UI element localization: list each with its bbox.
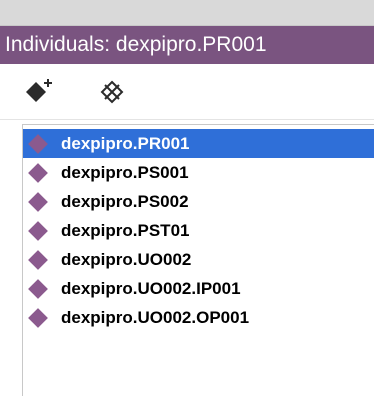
list-item-label: dexpipro.UO002.IP001 — [61, 279, 241, 298]
top-strip — [0, 0, 374, 26]
add-individual-icon — [26, 79, 52, 102]
list-item[interactable]: dexpipro.UO002 — [23, 245, 374, 274]
list-item[interactable]: dexpipro.UO002.OP001 — [23, 303, 374, 332]
list-item-label: dexpipro.PST01 — [61, 221, 190, 240]
individual-icon — [28, 163, 48, 183]
list-item[interactable]: dexpipro.PST01 — [23, 216, 374, 245]
list-item-label: dexpipro.UO002.OP001 — [61, 308, 250, 327]
list-item-label: dexpipro.UO002 — [61, 250, 192, 269]
delete-individual-button[interactable] — [96, 76, 128, 108]
individual-icon — [28, 250, 48, 270]
individual-icon — [28, 279, 48, 299]
individual-icon — [28, 221, 48, 241]
toolbar-separator — [0, 119, 374, 120]
individual-icon — [28, 192, 48, 212]
list-item[interactable]: dexpipro.PR001 — [23, 129, 374, 158]
individual-icon — [28, 308, 48, 328]
list-item-label: dexpipro.PS001 — [61, 163, 189, 182]
toolbar — [0, 64, 374, 120]
individuals-list[interactable]: dexpipro.PR001 dexpipro.PS001 dexpipro.P… — [22, 124, 374, 396]
panel-title: Individuals: dexpipro.PR001 — [0, 26, 374, 64]
list-item[interactable]: dexpipro.PS001 — [23, 158, 374, 187]
list-item[interactable]: dexpipro.UO002.IP001 — [23, 274, 374, 303]
list-item[interactable]: dexpipro.PS002 — [23, 187, 374, 216]
list-item-label: dexpipro.PS002 — [61, 192, 189, 211]
individual-icon — [28, 134, 48, 154]
add-individual-button[interactable] — [24, 76, 56, 108]
delete-individual-icon — [100, 80, 124, 104]
list-item-label: dexpipro.PR001 — [61, 134, 190, 153]
